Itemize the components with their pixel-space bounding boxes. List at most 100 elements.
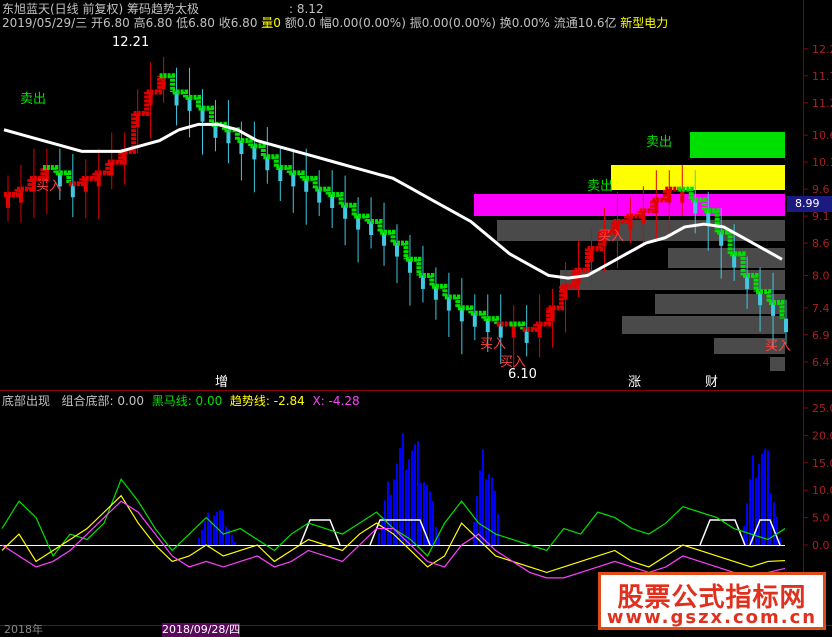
main-tick-label: 6.9 <box>812 329 830 342</box>
turnover: 换0.00% <box>499 16 550 30</box>
candle-body <box>784 318 788 333</box>
sub-bar <box>746 503 748 545</box>
trend-segment <box>94 162 111 176</box>
sub-tick-label: 10.0 <box>812 484 832 497</box>
indicator-value: : 8.12 <box>289 2 324 16</box>
trend-segment <box>354 213 370 222</box>
sub-bar <box>761 453 763 545</box>
trend-segment <box>431 283 448 298</box>
sub-bar <box>222 510 224 545</box>
sub-bar <box>432 501 434 545</box>
trend-segment <box>172 89 189 98</box>
trend-segment <box>107 151 124 165</box>
sub-bar <box>402 433 404 545</box>
main-tick-label: 10.6 <box>812 129 832 142</box>
low: 低6.80 <box>176 16 215 30</box>
sub-bar <box>482 449 484 545</box>
indicator-name: 筹码趋势太极 <box>127 2 200 16</box>
buy-signal-5: 买入 <box>765 339 791 354</box>
trend-segment <box>29 167 46 181</box>
sell-signal-1: 卖出 <box>20 92 46 107</box>
trend-segment <box>4 189 20 198</box>
amount: 额0.0 <box>284 16 316 30</box>
trend-segment <box>315 186 331 195</box>
close: 收6.80 <box>218 16 258 30</box>
sub-label-1: 底部出现 <box>2 394 51 408</box>
current-price-tag: 8.99 <box>787 196 832 212</box>
sub-tick-label: 15.0 <box>812 457 832 470</box>
header-row-1: 东旭蓝天(日线 前复权) 筹码趋势太极 <box>2 2 199 16</box>
volume: 量0 <box>261 16 281 30</box>
main-tick-label: 11.2 <box>812 97 832 110</box>
trend-segment <box>16 178 33 192</box>
high: 高6.80 <box>133 16 173 30</box>
main-tick-label: 8.6 <box>812 237 830 250</box>
trend-segment <box>535 307 552 327</box>
mark-cai: 财 <box>705 375 718 390</box>
sub-label-4: 趋势线: -2.84 <box>229 394 305 408</box>
sub-bar <box>429 491 431 545</box>
main-tick-label: 8.0 <box>812 269 830 282</box>
trend-segment <box>263 154 279 168</box>
sub-bar <box>198 538 200 545</box>
axis-label-left: 2018年 <box>4 623 43 636</box>
trend-segment <box>289 170 305 179</box>
main-tick-label: 6.4 <box>812 356 830 369</box>
sub-tick-label: 5.0 <box>812 512 830 525</box>
sub-bar <box>411 450 413 545</box>
trend-segment <box>380 229 396 244</box>
main-tick-label: 9.6 <box>812 183 830 196</box>
trend-segment <box>613 216 629 224</box>
sub-bar <box>767 450 769 545</box>
sub-bar <box>408 459 410 545</box>
chip-bar <box>655 294 785 314</box>
sub-bar <box>231 534 233 545</box>
trend-segment <box>237 138 253 146</box>
sell-signal-2: 卖出 <box>587 179 613 194</box>
sub-label-2: 组合底部: 0.00 <box>61 394 145 408</box>
sub-bar <box>764 448 766 545</box>
sub-bar <box>488 474 490 545</box>
trend-segment <box>81 172 98 181</box>
sub-bar <box>758 464 760 545</box>
trend-segment <box>444 294 461 308</box>
mark-zhang: 涨 <box>628 375 641 390</box>
trend-segment <box>509 321 526 330</box>
buy-signal-4: 买入 <box>500 355 526 370</box>
trend-segment <box>198 105 214 125</box>
sub-bar <box>381 517 383 545</box>
sub-bar <box>387 481 389 545</box>
sub-bar <box>219 509 221 545</box>
sub-bar <box>405 469 407 545</box>
sub-bar <box>497 513 499 545</box>
chip-bar <box>690 132 785 158</box>
trend-segment <box>185 94 201 109</box>
sub-bar <box>773 502 775 545</box>
sub-label-5: X: -4.28 <box>312 394 360 408</box>
sub-bar <box>473 521 475 545</box>
trend-segment <box>457 305 474 314</box>
trend-segment <box>548 286 565 311</box>
main-tick-label: 7.4 <box>812 302 830 315</box>
sub-bar <box>414 444 416 545</box>
header-row-2: 2019/05/29/三 开6.80 高6.80 低6.80 收6.80 量0 … <box>2 16 668 30</box>
sub-bar <box>423 482 425 545</box>
trend-segment <box>120 113 137 154</box>
sub-label-3: 黑马线: 0.00 <box>151 394 223 408</box>
sub-bar <box>494 490 496 545</box>
sub-bar <box>384 500 386 545</box>
signal-trapezoid <box>699 519 746 546</box>
trend-segment <box>224 127 240 141</box>
sub-bar <box>417 441 419 545</box>
trend-segment <box>341 202 357 217</box>
chip-bar <box>611 165 785 190</box>
sub-header: 底部出现 组合底部: 0.00 黑马线: 0.00 趋势线: -2.84 X: … <box>2 394 360 408</box>
sub-tick-label: 25.0 <box>812 402 832 415</box>
sell-signal-3: 卖出 <box>646 135 672 150</box>
trend-segment <box>328 192 344 206</box>
open: 开6.80 <box>91 16 130 30</box>
sub-tick-label: 20.0 <box>812 429 832 442</box>
sub-bar <box>204 521 206 545</box>
sub-bar <box>399 447 401 545</box>
trend-segment <box>302 175 318 190</box>
